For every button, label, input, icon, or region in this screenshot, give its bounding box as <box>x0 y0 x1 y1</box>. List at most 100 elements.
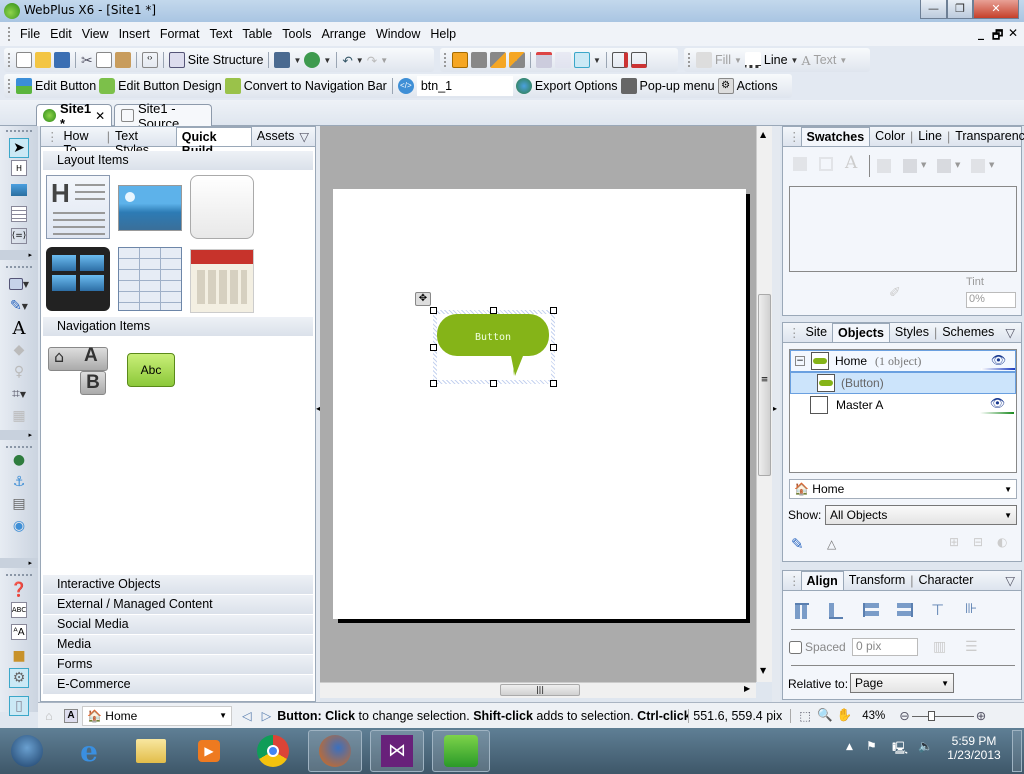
zoom-percent[interactable]: 43% <box>862 710 885 722</box>
show-desktop-button[interactable] <box>1012 730 1022 772</box>
forward-one-icon[interactable] <box>490 52 506 68</box>
minimize-button[interactable]: — <box>920 0 947 19</box>
artistic-text-tool-icon[interactable]: A <box>9 318 29 339</box>
section-media[interactable]: Media <box>43 635 313 654</box>
close-tab-icon[interactable]: ✕ <box>95 109 105 123</box>
menu-file[interactable]: File <box>15 27 45 41</box>
previous-page-icon[interactable]: ◁ <box>242 708 252 723</box>
scroll-up-icon[interactable]: ▲ <box>760 130 766 139</box>
align-center-vertical-icon[interactable]: ⊤ <box>931 601 944 619</box>
toolbar-grip[interactable] <box>444 53 447 67</box>
section-e-commerce[interactable]: E-Commerce <box>43 675 313 694</box>
tree-row-master-a[interactable]: Master A 👁 <box>790 394 1016 416</box>
resize-handle[interactable] <box>430 307 437 314</box>
tab-assets[interactable]: Assets <box>252 127 300 146</box>
zoom-out-icon[interactable]: ⊖ <box>899 708 909 723</box>
spaced-checkbox[interactable] <box>789 641 802 654</box>
page-canvas[interactable]: ✥ Button <box>320 126 756 682</box>
panel-right-icon[interactable] <box>611 52 628 68</box>
panel-menu-icon[interactable]: ▽ <box>299 129 315 146</box>
table-item[interactable] <box>118 247 182 311</box>
tab-transform[interactable]: Transform <box>844 571 911 590</box>
section-external-managed-content[interactable]: External / Managed Content <box>43 595 313 614</box>
actions-button[interactable]: Actions <box>737 79 778 93</box>
horizontal-scroll-thumb[interactable]: ||| <box>500 684 580 696</box>
swatch-gallery[interactable] <box>789 186 1017 272</box>
button-name-input[interactable] <box>416 76 513 96</box>
flyout-expand[interactable]: ▸ <box>0 250 38 260</box>
panel-grip[interactable]: ⋮ <box>41 127 59 146</box>
font-icon[interactable]: ᴬA <box>11 624 27 640</box>
section-social-media[interactable]: Social Media <box>43 615 313 634</box>
chrome-icon[interactable] <box>246 730 300 772</box>
resize-handle[interactable] <box>550 380 557 387</box>
edit-button-design-button[interactable]: Edit Button Design <box>118 79 222 93</box>
send-to-back-icon[interactable] <box>471 52 487 68</box>
panel-grip[interactable]: ⋮ <box>783 323 801 342</box>
toolbar-grip[interactable] <box>8 79 11 93</box>
crop-tool-icon[interactable]: ⌗ ▼ <box>9 384 29 404</box>
rounded-box-item[interactable] <box>190 175 254 239</box>
scroll-down-icon[interactable]: ▼ <box>760 666 766 675</box>
back-one-icon[interactable] <box>509 52 525 68</box>
page-select[interactable]: 🏠 Home ▼ <box>82 705 232 726</box>
vertical-scroll-thumb[interactable]: ≡ <box>758 294 771 476</box>
webplus-taskbar-icon[interactable] <box>432 730 490 772</box>
show-filter-select[interactable]: All Objects ▼ <box>825 505 1017 525</box>
firefox-icon[interactable] <box>308 730 362 772</box>
action-center-flag-icon[interactable]: ⚑ <box>866 739 877 753</box>
menu-tools[interactable]: Tools <box>277 27 316 41</box>
zoom-tool-icon[interactable]: 🔍 <box>817 708 833 723</box>
internet-explorer-icon[interactable]: e <box>62 730 116 772</box>
pointer-tool-icon[interactable]: ➤ <box>9 138 29 158</box>
tab-character[interactable]: Character <box>914 571 979 590</box>
spell-check-icon[interactable]: ABC <box>11 602 27 618</box>
zoom-slider-thumb[interactable] <box>927 710 935 721</box>
tab-color[interactable]: Color <box>870 127 910 146</box>
heading-text-item[interactable]: H <box>46 175 110 239</box>
zoom-in-icon[interactable]: ⊕ <box>976 708 986 723</box>
visual-studio-icon[interactable]: ⋈ <box>370 730 424 772</box>
doc-minimize-button[interactable]: _ <box>978 26 984 40</box>
picture-tool-icon[interactable] <box>11 184 27 196</box>
panel-grip[interactable]: ⋮ <box>783 127 801 146</box>
menu-insert[interactable]: Insert <box>114 27 155 41</box>
popup-menu-tool-icon[interactable]: ▤ <box>9 494 29 514</box>
site-structure-button[interactable]: Site Structure <box>188 53 264 67</box>
menu-edit[interactable]: Edit <box>45 27 77 41</box>
align-right-icon[interactable] <box>897 603 913 617</box>
relative-to-select[interactable]: Page ▼ <box>850 673 954 693</box>
toolbar-grip[interactable] <box>688 53 691 67</box>
new-icon[interactable] <box>16 52 32 68</box>
section-forms[interactable]: Forms <box>43 655 313 674</box>
tab-quick-build[interactable]: Quick Build <box>175 127 252 158</box>
convert-to-navbar-button[interactable]: Convert to Navigation Bar <box>244 79 387 93</box>
resize-handle[interactable] <box>490 380 497 387</box>
doc-restore-button[interactable]: 🗗 <box>992 26 1003 47</box>
pan-tool-icon[interactable]: ✋ <box>837 708 853 723</box>
tab-objects[interactable]: Objects <box>832 323 890 342</box>
page-icon[interactable]: ▯ <box>9 696 29 716</box>
toolbar-grip[interactable] <box>8 27 11 41</box>
panel-bottom-icon[interactable] <box>630 52 647 68</box>
move-up-icon[interactable]: △ <box>827 537 836 551</box>
resize-handle[interactable] <box>490 307 497 314</box>
menu-view[interactable]: View <box>77 27 114 41</box>
tab-how-to[interactable]: How To <box>59 127 107 157</box>
tab-styles[interactable]: Styles <box>890 323 934 342</box>
tab-site1[interactable]: Site1 * ✕ <box>36 101 112 131</box>
preview-icon[interactable] <box>274 52 291 68</box>
publish-icon[interactable] <box>304 52 321 68</box>
tab-schemes[interactable]: Schemes <box>937 323 999 342</box>
popup-menu-button[interactable]: Pop-up menu <box>640 79 715 93</box>
zoom-to-fit-icon[interactable]: ⬚ <box>799 708 811 723</box>
html-fragment-tool-icon[interactable]: ⟨=⟩ <box>11 228 27 244</box>
cut-icon[interactable]: ✂ <box>81 52 93 69</box>
zoom-slider[interactable] <box>911 710 974 721</box>
pen-tool-icon[interactable]: ✎ ▼ <box>9 296 29 316</box>
master-page-icon[interactable]: A <box>64 708 78 723</box>
section-layout-items[interactable]: Layout Items <box>43 151 313 170</box>
edit-pencil-icon[interactable]: ✎ <box>791 535 804 553</box>
network-icon[interactable]: 🖳 <box>892 739 908 760</box>
flyout-expand[interactable]: ▸ <box>0 430 38 440</box>
